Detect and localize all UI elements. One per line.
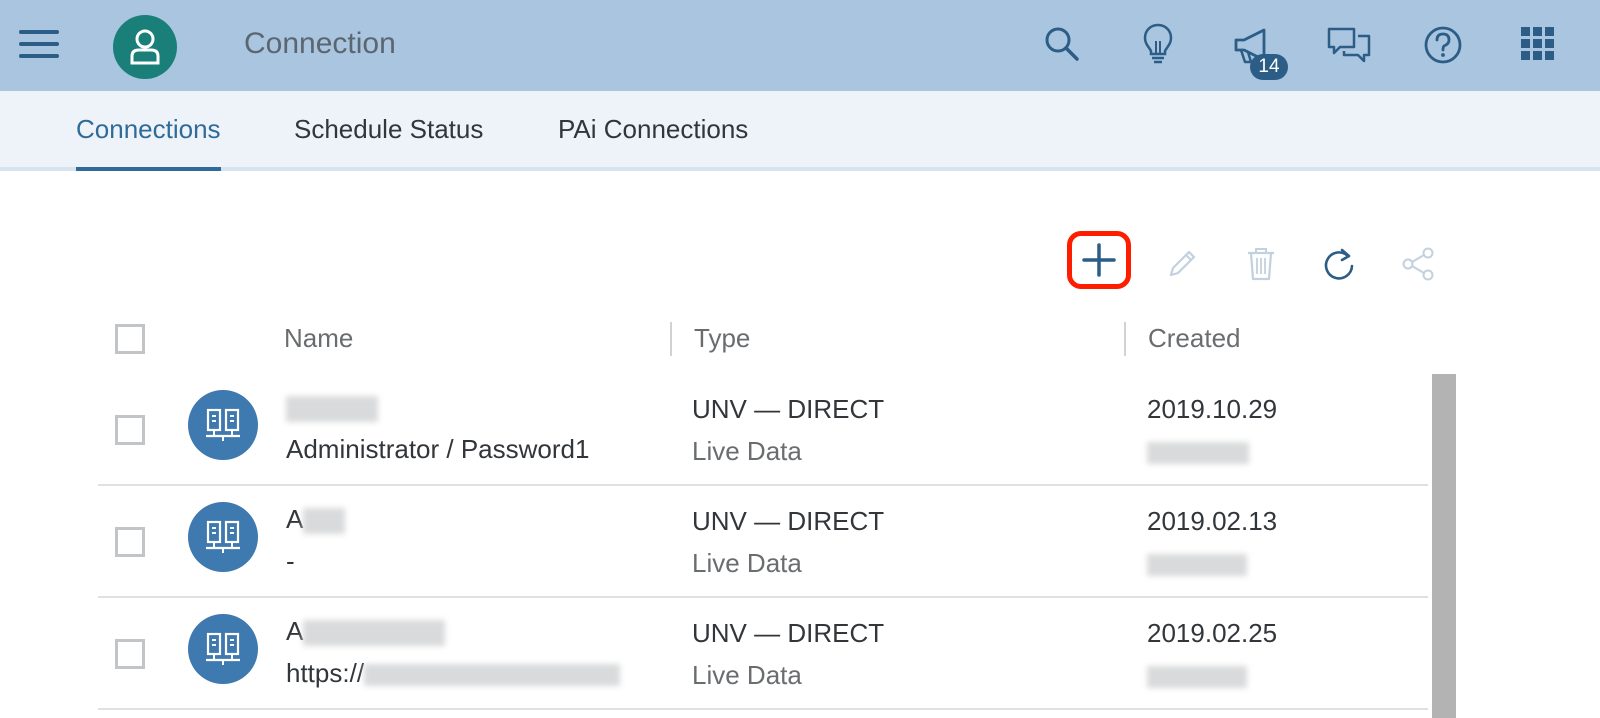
redacted-name <box>303 508 346 535</box>
row-type-detail: Live Data <box>692 548 802 578</box>
menu-button[interactable] <box>14 22 64 66</box>
app-grid-button[interactable] <box>1518 24 1558 64</box>
user-icon <box>130 29 160 65</box>
column-header-created[interactable]: Created <box>1148 318 1241 358</box>
row-name <box>286 390 378 424</box>
share-button[interactable] <box>1390 236 1446 292</box>
row-created-by <box>1147 546 1247 580</box>
row-name-prefix: A <box>286 504 304 534</box>
whats-new-button[interactable] <box>1136 20 1180 68</box>
search-button[interactable] <box>1040 22 1084 66</box>
lightbulb-icon <box>1143 23 1173 64</box>
row-name: A <box>286 614 446 648</box>
row-detail: Administrator / Password1 <box>286 434 590 464</box>
column-header-name[interactable]: Name <box>284 318 353 358</box>
row-checkbox[interactable] <box>115 639 145 669</box>
row-type: UNV — DIRECT <box>692 618 885 648</box>
share-icon <box>1402 247 1434 281</box>
redacted-author <box>1147 666 1247 689</box>
row-checkbox[interactable] <box>115 527 145 557</box>
row-type-detail: Live Data <box>692 660 802 690</box>
redacted-url <box>364 664 621 687</box>
tab-pai-connections[interactable]: PAi Connections <box>558 91 748 167</box>
server-connection-icon <box>206 632 240 665</box>
connection-icon-badge <box>188 502 258 572</box>
edit-icon <box>1169 250 1196 277</box>
help-icon <box>1424 26 1462 64</box>
row-detail: - <box>286 546 295 576</box>
menu-icon <box>19 30 59 58</box>
redacted-name <box>286 396 378 423</box>
notification-badge: 14 <box>1250 54 1288 80</box>
redacted-author <box>1147 442 1249 465</box>
add-connection-button[interactable] <box>1067 231 1131 289</box>
row-checkbox[interactable] <box>115 415 145 445</box>
column-separator[interactable] <box>1124 322 1126 356</box>
server-connection-icon <box>206 520 240 553</box>
row-detail-text: https:// <box>286 658 365 688</box>
tab-connections[interactable]: Connections <box>76 91 221 171</box>
row-created: 2019.02.13 <box>1147 506 1278 536</box>
shell-bar: Connection 14 <box>0 0 1600 91</box>
row-type: UNV — DIRECT <box>692 394 885 424</box>
row-created: 2019.02.25 <box>1147 618 1278 648</box>
row-created-by <box>1147 658 1247 692</box>
row-type: UNV — DIRECT <box>692 506 885 536</box>
redacted-author <box>1147 554 1247 577</box>
column-header-type[interactable]: Type <box>694 318 750 358</box>
row-name: A <box>286 502 346 536</box>
avatar[interactable] <box>113 15 177 79</box>
edit-button[interactable] <box>1154 236 1210 292</box>
row-detail: https:// <box>286 656 621 690</box>
connection-icon-badge <box>188 614 258 684</box>
feedback-button[interactable] <box>1325 22 1373 68</box>
connection-icon-badge <box>188 390 258 460</box>
delete-icon <box>1248 248 1274 281</box>
row-divider <box>98 596 1428 598</box>
app-grid-icon <box>1521 27 1554 60</box>
row-type-detail: Live Data <box>692 436 802 466</box>
redacted-name <box>303 620 446 647</box>
row-divider <box>98 708 1428 710</box>
row-created-by <box>1147 434 1249 468</box>
tab-bar: Connections Schedule Status PAi Connecti… <box>0 91 1600 171</box>
row-created: 2019.10.29 <box>1147 394 1278 424</box>
feedback-icon <box>1327 27 1371 63</box>
refresh-button[interactable] <box>1311 236 1367 292</box>
help-button[interactable] <box>1420 22 1466 68</box>
column-separator[interactable] <box>670 322 672 356</box>
app-title: Connection <box>244 27 396 60</box>
row-divider <box>98 484 1428 486</box>
server-connection-icon <box>206 408 240 441</box>
row-name-prefix: A <box>286 616 304 646</box>
delete-button[interactable] <box>1233 236 1289 292</box>
select-all-checkbox[interactable] <box>115 324 145 354</box>
refresh-icon <box>1324 248 1354 280</box>
search-icon <box>1045 27 1079 61</box>
add-icon <box>1082 243 1116 277</box>
tab-schedule-status[interactable]: Schedule Status <box>294 91 483 167</box>
vertical-scrollbar[interactable] <box>1432 374 1456 718</box>
